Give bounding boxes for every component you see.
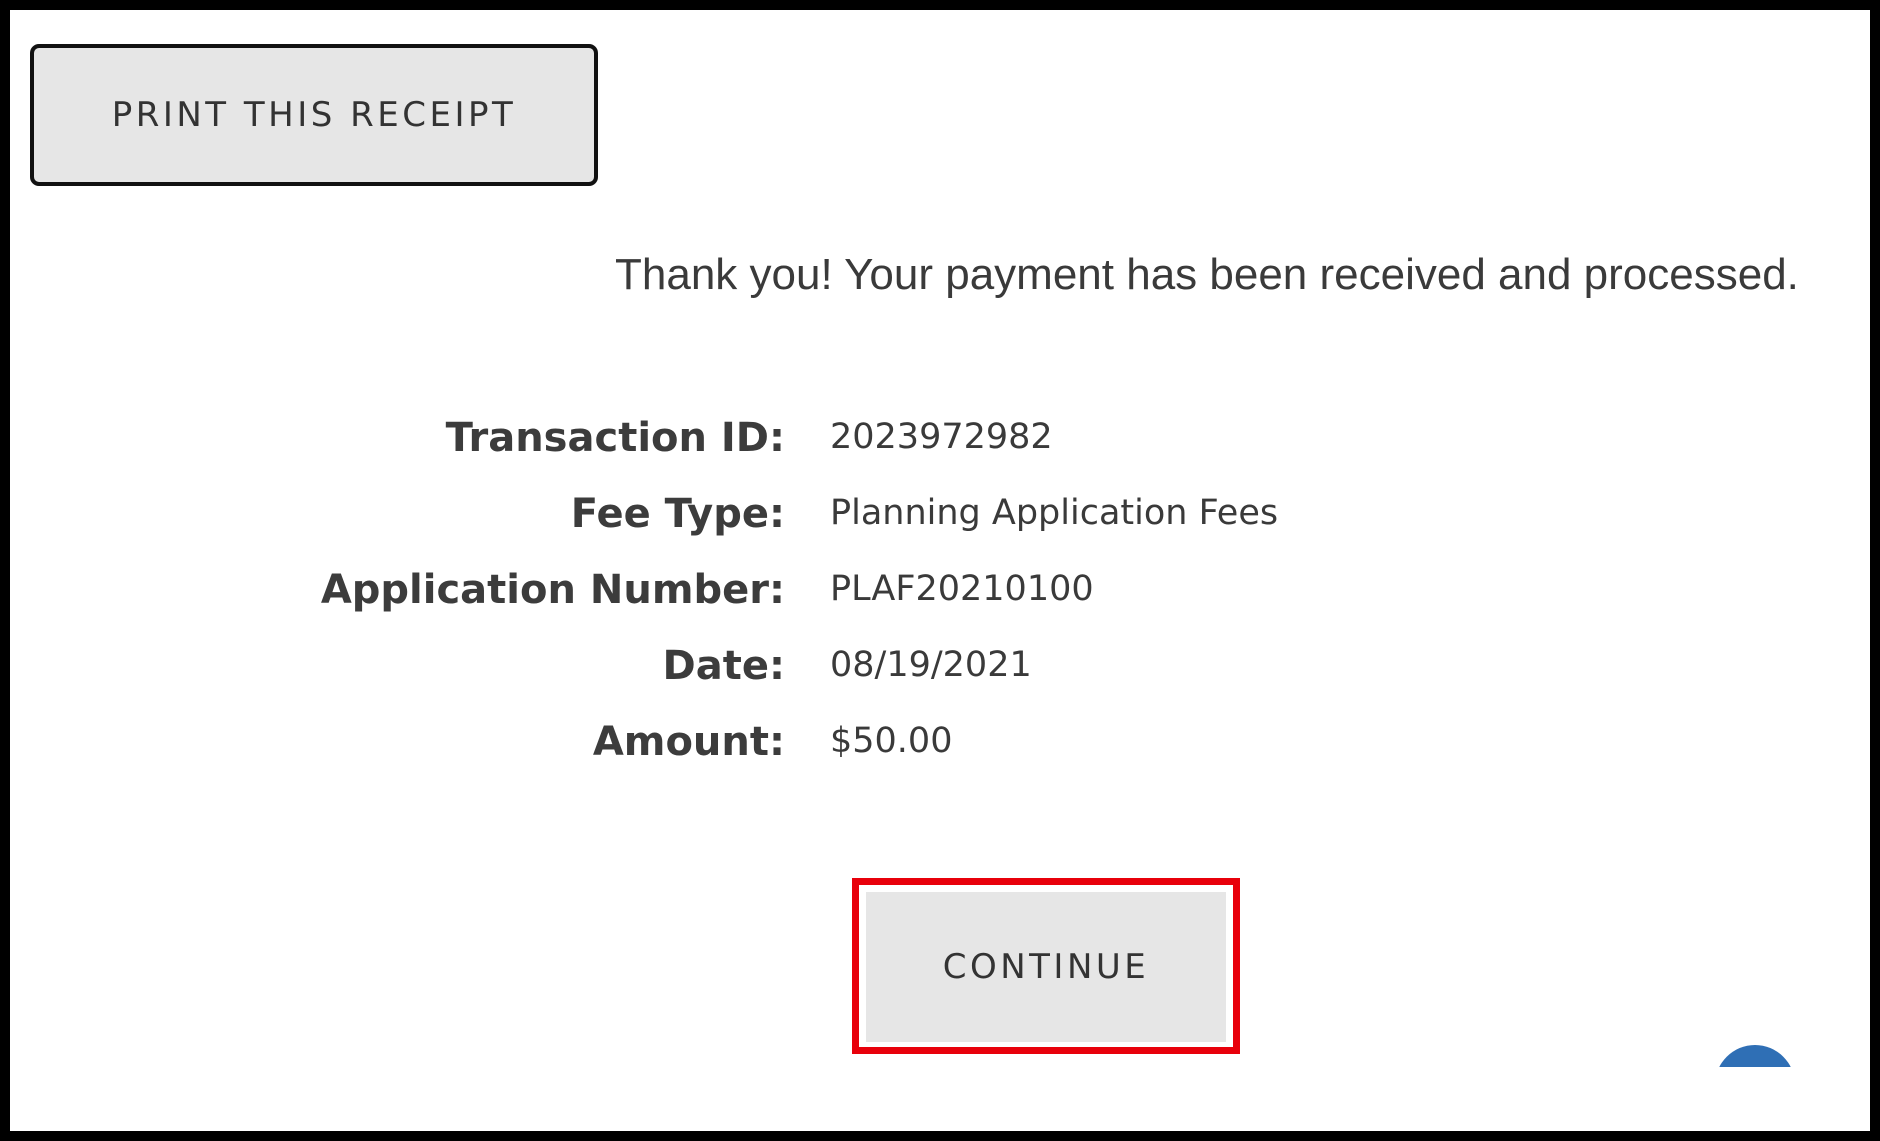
receipt-label: Transaction ID: xyxy=(445,415,785,461)
receipt-label: Date: xyxy=(662,643,785,689)
receipt-row-date: Date: 08/19/2021 xyxy=(110,643,1410,719)
receipt-row-fee-type: Fee Type: Planning Application Fees xyxy=(110,491,1410,567)
receipt-label: Application Number: xyxy=(320,567,785,613)
chat-bubble-icon[interactable] xyxy=(1715,1045,1795,1067)
receipt-details: Transaction ID: 2023972982 Fee Type: Pla… xyxy=(110,415,1410,795)
print-receipt-button[interactable]: PRINT THIS RECEIPT xyxy=(30,44,598,186)
receipt-value: $50.00 xyxy=(830,721,953,761)
continue-button[interactable]: CONTINUE xyxy=(866,892,1226,1042)
receipt-row-amount: Amount: $50.00 xyxy=(110,719,1410,795)
receipt-label: Fee Type: xyxy=(570,491,785,537)
receipt-row-application-number: Application Number: PLAF20210100 xyxy=(110,567,1410,643)
confirmation-message: Thank you! Your payment has been receive… xyxy=(615,250,1799,299)
receipt-row-transaction-id: Transaction ID: 2023972982 xyxy=(110,415,1410,491)
receipt-label: Amount: xyxy=(592,719,785,765)
receipt-value: 2023972982 xyxy=(830,417,1053,457)
receipt-value: 08/19/2021 xyxy=(830,645,1032,685)
receipt-page: PRINT THIS RECEIPT Thank you! Your payme… xyxy=(10,10,1870,1131)
receipt-value: PLAF20210100 xyxy=(830,569,1094,609)
receipt-value: Planning Application Fees xyxy=(830,493,1279,533)
